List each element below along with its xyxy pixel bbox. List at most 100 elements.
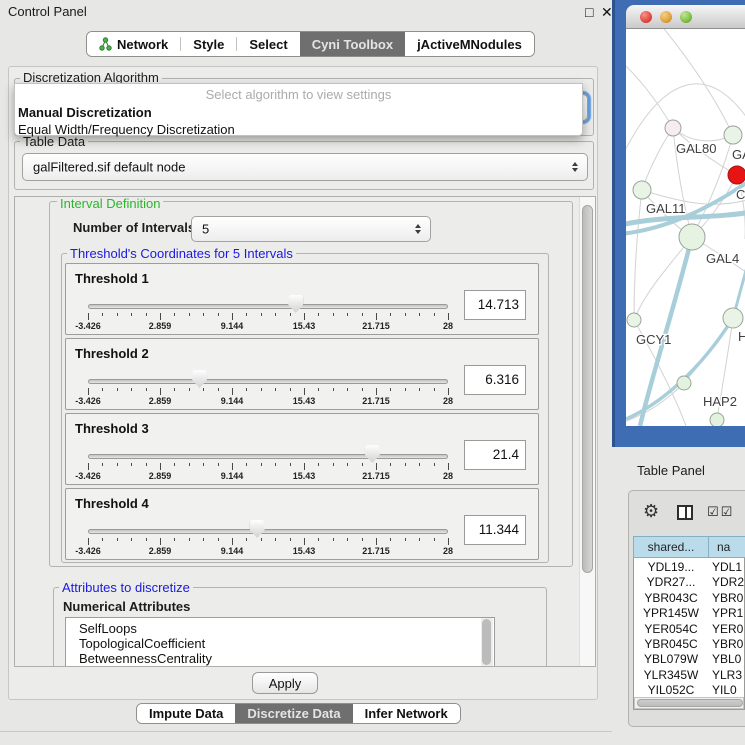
- network-node[interactable]: [665, 120, 681, 136]
- table-row-shared-name[interactable]: YIL052C: [633, 683, 709, 697]
- slider-tick: [376, 388, 377, 395]
- network-node[interactable]: [723, 308, 743, 328]
- table-row-shared-name[interactable]: YER054C: [633, 622, 709, 636]
- table-row-name[interactable]: YIL0: [712, 683, 737, 697]
- slider-tick: [88, 538, 89, 545]
- dropdown-options: Manual DiscretizationEqual Width/Frequen…: [15, 104, 582, 138]
- checkbox-columns-icon[interactable]: ☑☑: [707, 504, 734, 520]
- slider-tick-label: 9.144: [221, 546, 244, 556]
- table-row-shared-name[interactable]: YLR345W: [633, 668, 709, 682]
- attribute-item-betweennesscentrality[interactable]: BetweennessCentrality: [66, 651, 494, 666]
- attribute-item-selfloops[interactable]: SelfLoops: [66, 621, 494, 636]
- table-row-shared-name[interactable]: YPR145W: [633, 606, 709, 620]
- zoom-traffic-light-icon[interactable]: [680, 11, 692, 23]
- number-of-intervals-combo[interactable]: 5: [191, 216, 431, 242]
- vertical-scrollbar[interactable]: [579, 197, 596, 667]
- slider-tick: [232, 313, 233, 320]
- table-row-name[interactable]: YLR3: [712, 668, 742, 682]
- slider-tick-label: 2.859: [149, 396, 172, 406]
- table-header-shared-name[interactable]: shared...: [633, 536, 709, 558]
- tab-impute-data[interactable]: Impute Data: [137, 704, 235, 723]
- slider-track[interactable]: [88, 304, 448, 309]
- threshold-value-field[interactable]: 11.344: [464, 515, 526, 545]
- threshold-value-field[interactable]: 14.713: [464, 290, 526, 320]
- slider-track[interactable]: [88, 529, 448, 534]
- gear-icon[interactable]: ⚙: [643, 501, 659, 522]
- table-row-name[interactable]: YER0: [712, 622, 743, 636]
- close-traffic-light-icon[interactable]: [640, 11, 652, 23]
- slider-thumb[interactable]: [365, 445, 380, 463]
- network-node[interactable]: [677, 376, 691, 390]
- screen: Control Panel □ ✕ NetworkStyleSelectCyni…: [0, 0, 745, 745]
- float-window-icon[interactable]: □: [585, 4, 593, 20]
- slider-tick: [390, 388, 391, 391]
- network-window-titlebar[interactable]: [626, 5, 745, 29]
- tab-jactivemnodules[interactable]: jActiveMNodules: [405, 32, 534, 56]
- node-label-hap2: HAP2: [703, 394, 737, 409]
- node-label-gal80: GAL80: [676, 141, 716, 156]
- slider-thumb[interactable]: [288, 295, 303, 313]
- threshold-value-field[interactable]: 21.4: [464, 440, 526, 470]
- network-canvas[interactable]: GAL80GALCGAL11GAL4GCY1HHAP2: [626, 29, 745, 426]
- slider-tick: [246, 388, 247, 391]
- table-row-name[interactable]: YPR1: [712, 606, 743, 620]
- list-scrollbar-thumb[interactable]: [482, 619, 491, 665]
- slider-track[interactable]: [88, 379, 448, 384]
- slider-track[interactable]: [88, 454, 448, 459]
- table-row-shared-name[interactable]: YBR043C: [633, 591, 709, 605]
- tab-discretize-data[interactable]: Discretize Data: [235, 704, 352, 723]
- dropdown-option-manual-discretization[interactable]: Manual Discretization: [15, 104, 582, 121]
- slider-tick: [333, 313, 334, 316]
- close-icon[interactable]: ✕: [601, 4, 613, 21]
- list-scrollbar[interactable]: [481, 618, 493, 667]
- slider-tick: [405, 388, 406, 391]
- apply-button[interactable]: Apply: [252, 672, 318, 694]
- slider-thumb[interactable]: [192, 370, 207, 388]
- table-data-combo[interactable]: galFiltered.sif default node: [22, 153, 588, 181]
- slider-tick: [318, 538, 319, 541]
- slider-tick: [347, 538, 348, 541]
- slider-tick: [419, 538, 420, 541]
- slider-tick-label: 15.43: [293, 396, 316, 406]
- slider-tick: [131, 463, 132, 466]
- network-node[interactable]: [724, 126, 742, 144]
- slider-tick: [347, 313, 348, 316]
- slider-tick: [347, 388, 348, 391]
- tab-infer-network[interactable]: Infer Network: [353, 704, 460, 723]
- slider-tick: [160, 463, 161, 470]
- network-node[interactable]: [679, 224, 705, 250]
- tab-style[interactable]: Style: [181, 32, 236, 56]
- network-node[interactable]: [728, 166, 745, 184]
- slider-tick-label: -3.426: [75, 396, 101, 406]
- network-node[interactable]: [710, 413, 724, 426]
- table-header-name[interactable]: na: [708, 536, 745, 558]
- table-row-name[interactable]: YBR0: [712, 591, 743, 605]
- tab-cyni-toolbox[interactable]: Cyni Toolbox: [300, 32, 405, 56]
- table-row-shared-name[interactable]: YDL19...: [633, 560, 709, 574]
- dropdown-option-equal-width-frequency-discretization[interactable]: Equal Width/Frequency Discretization: [15, 121, 582, 138]
- network-node[interactable]: [633, 181, 651, 199]
- slider-tick: [117, 313, 118, 316]
- network-node[interactable]: [627, 313, 641, 327]
- slider-thumb[interactable]: [250, 520, 265, 538]
- slider-tick: [203, 313, 204, 316]
- horizontal-scrollbar-thumb[interactable]: [637, 699, 743, 707]
- minimize-traffic-light-icon[interactable]: [660, 11, 672, 23]
- slider-tick: [434, 313, 435, 316]
- table-row-shared-name[interactable]: YBR045C: [633, 637, 709, 651]
- table-row-name[interactable]: YBL0: [712, 652, 741, 666]
- horizontal-scrollbar[interactable]: [634, 697, 744, 709]
- table-row-name[interactable]: YDR2: [712, 575, 744, 589]
- table-row-name[interactable]: YDL1: [712, 560, 742, 574]
- slider-tick-label: 9.144: [221, 321, 244, 331]
- table-row-shared-name[interactable]: YBL079W: [633, 652, 709, 666]
- tab-select[interactable]: Select: [237, 32, 299, 56]
- table-row-shared-name[interactable]: YDR27...: [633, 575, 709, 589]
- table-row-name[interactable]: YBR0: [712, 637, 743, 651]
- vertical-scrollbar-thumb[interactable]: [582, 205, 593, 573]
- threshold-label: Threshold 2: [75, 346, 149, 361]
- tab-network[interactable]: Network: [87, 32, 180, 56]
- attribute-item-topologicalcoefficient[interactable]: TopologicalCoefficient: [66, 636, 494, 651]
- column-layout-icon[interactable]: [677, 505, 693, 520]
- threshold-value-field[interactable]: 6.316: [464, 365, 526, 395]
